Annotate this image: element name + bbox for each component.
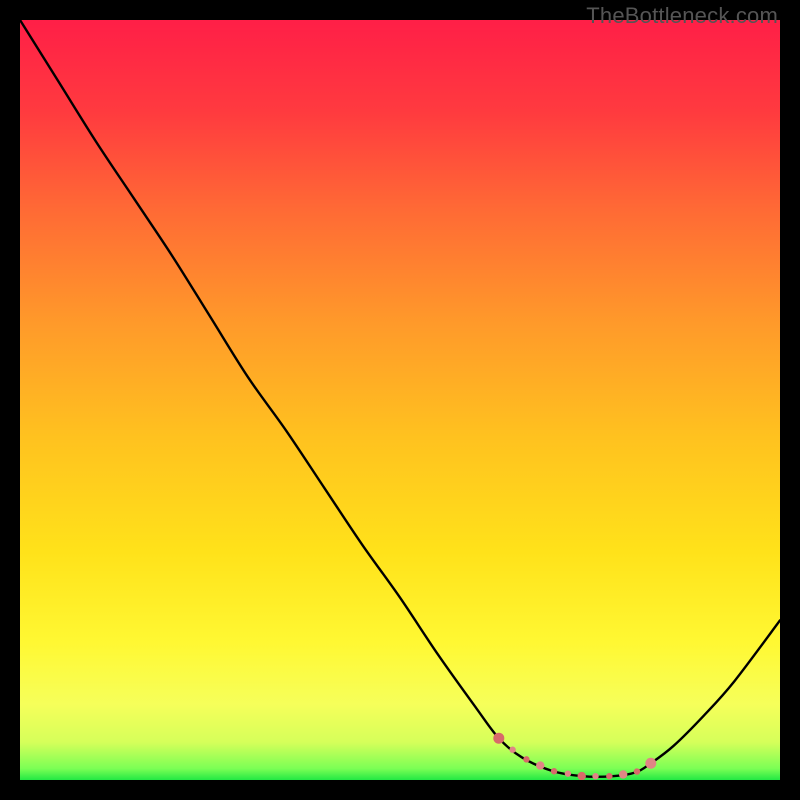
optimal-marker-dot — [634, 768, 640, 774]
optimal-marker-dot — [523, 756, 529, 762]
gradient-background — [20, 20, 780, 780]
optimal-marker-dot — [619, 770, 627, 778]
optimal-marker-dot — [592, 773, 598, 779]
optimal-marker-dot — [645, 758, 656, 769]
chart-frame — [20, 20, 780, 780]
optimal-marker-dot — [606, 773, 612, 779]
watermark-text: TheBottleneck.com — [586, 3, 778, 29]
optimal-marker-dot — [536, 761, 544, 769]
optimal-marker-dot — [509, 747, 515, 753]
optimal-marker-dot — [551, 768, 557, 774]
bottleneck-curve-chart — [20, 20, 780, 780]
optimal-marker-dot — [493, 733, 504, 744]
optimal-marker-dot — [565, 770, 571, 776]
optimal-marker-dot — [578, 772, 586, 780]
